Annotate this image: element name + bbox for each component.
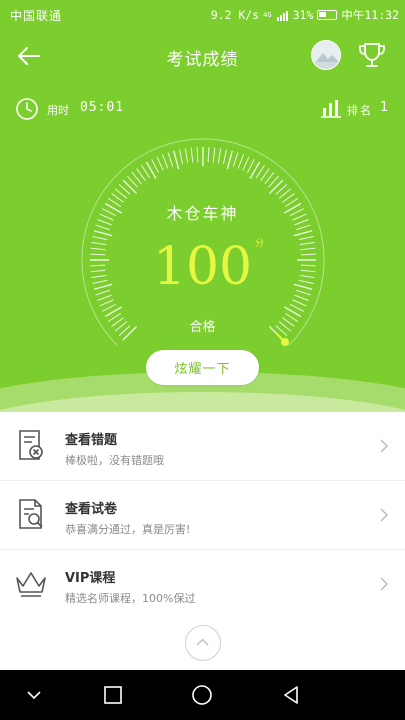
gauge-tick — [102, 304, 116, 312]
list-item-subtitle: 恭喜满分通过，真是厉害! — [65, 523, 191, 536]
battery-icon — [317, 10, 338, 20]
gauge-tick — [190, 147, 194, 163]
gauge-tick — [162, 154, 169, 169]
top-nav: 考试成绩 — [0, 34, 405, 78]
gauge-tick — [217, 148, 222, 164]
gauge-tick — [237, 154, 244, 169]
gauge-tick — [296, 224, 311, 231]
user-title: 木仓车神 — [166, 204, 239, 223]
list-item-title: 查看错题 — [65, 433, 118, 448]
score-unit: 分 — [255, 239, 265, 249]
carrier-name: 中国联通 — [10, 9, 63, 23]
list-item-title: 查看试卷 — [65, 502, 118, 517]
show-off-button[interactable]: 炫耀一下 — [146, 350, 259, 385]
gauge-tick — [167, 152, 174, 167]
gauge-tick — [173, 150, 180, 170]
score-value: 100 — [152, 237, 253, 297]
gauge-tick — [156, 156, 164, 171]
battery-percent: 31% — [292, 8, 314, 22]
vip-crown-icon — [16, 572, 46, 597]
gauge-tick — [247, 159, 255, 173]
gauge-tick — [255, 164, 265, 179]
status-bar: 中国联通 9.2 K/s 4G 31% 中午11:32 — [0, 0, 405, 30]
gauge-tick — [151, 159, 159, 173]
gauge-tick — [268, 179, 284, 195]
gauge-tick — [196, 147, 199, 163]
avatar[interactable] — [311, 40, 341, 70]
gauge-tick — [242, 156, 250, 171]
list-item-wrong-answers[interactable]: 查看错题 棒极啦，没有错题哦 — [0, 412, 405, 481]
list-item-title: VIP课程 — [65, 571, 116, 586]
scroll-up-button[interactable] — [185, 625, 221, 661]
list-item-subtitle: 棒极啦，没有错题哦 — [65, 454, 164, 467]
wrong-answers-icon — [19, 430, 43, 460]
rank-chart-icon — [321, 100, 341, 118]
network-speed: 9.2 K/s — [210, 8, 260, 22]
pass-status: 合格 — [189, 320, 216, 335]
trophy-icon[interactable] — [356, 39, 388, 71]
system-nav-bar — [0, 670, 405, 720]
gauge-tick — [95, 224, 110, 231]
gauge-tick — [141, 164, 151, 179]
list-item-vip-course[interactable]: VIP课程 精选名师课程，100%保过 — [0, 550, 405, 619]
status-right: 9.2 K/s 4G 31% 中午11:32 — [211, 7, 399, 23]
home-icon[interactable] — [190, 683, 214, 707]
network-type: 4G — [263, 11, 272, 19]
list-item-exam-paper[interactable]: 查看试卷 恭喜满分通过，真是厉害! — [0, 481, 405, 550]
list-item-subtitle: 精选名师课程，100%保过 — [65, 592, 196, 605]
exam-paper-icon — [19, 499, 43, 529]
recent-apps-icon[interactable] — [101, 683, 125, 707]
chevron-up-icon — [196, 638, 209, 646]
gauge-tick — [232, 152, 239, 167]
gauge-tick — [207, 147, 210, 163]
hide-keyboard-icon[interactable] — [22, 683, 46, 707]
gauge-tick — [226, 150, 233, 170]
back-icon[interactable] — [279, 683, 303, 707]
rank-value: 1 — [380, 100, 389, 115]
gauge-tick — [212, 147, 216, 163]
action-list: 查看错题 棒极啦，没有错题哦 查看试卷 恭喜满分通过，真是厉害! VIP课程 精… — [0, 412, 405, 619]
chevron-right-icon — [380, 508, 389, 522]
gauge-tick — [222, 149, 227, 165]
rank-label: 排名 — [347, 104, 373, 117]
gauge-tick — [179, 149, 184, 165]
duration-label: 用时 — [47, 104, 69, 117]
signal-icon — [276, 10, 288, 21]
clock-time: 中午11:32 — [341, 8, 399, 22]
duration-value: 05:01 — [80, 100, 125, 115]
page-title: 考试成绩 — [166, 50, 239, 70]
gauge-tick — [184, 148, 189, 164]
info-row: 用时 05:01 排名 1 — [0, 96, 405, 122]
clock-icon — [16, 98, 38, 120]
chevron-right-icon — [380, 439, 389, 453]
gauge-tick — [122, 179, 138, 195]
gauge-tick — [290, 304, 304, 312]
chevron-right-icon — [380, 577, 389, 591]
